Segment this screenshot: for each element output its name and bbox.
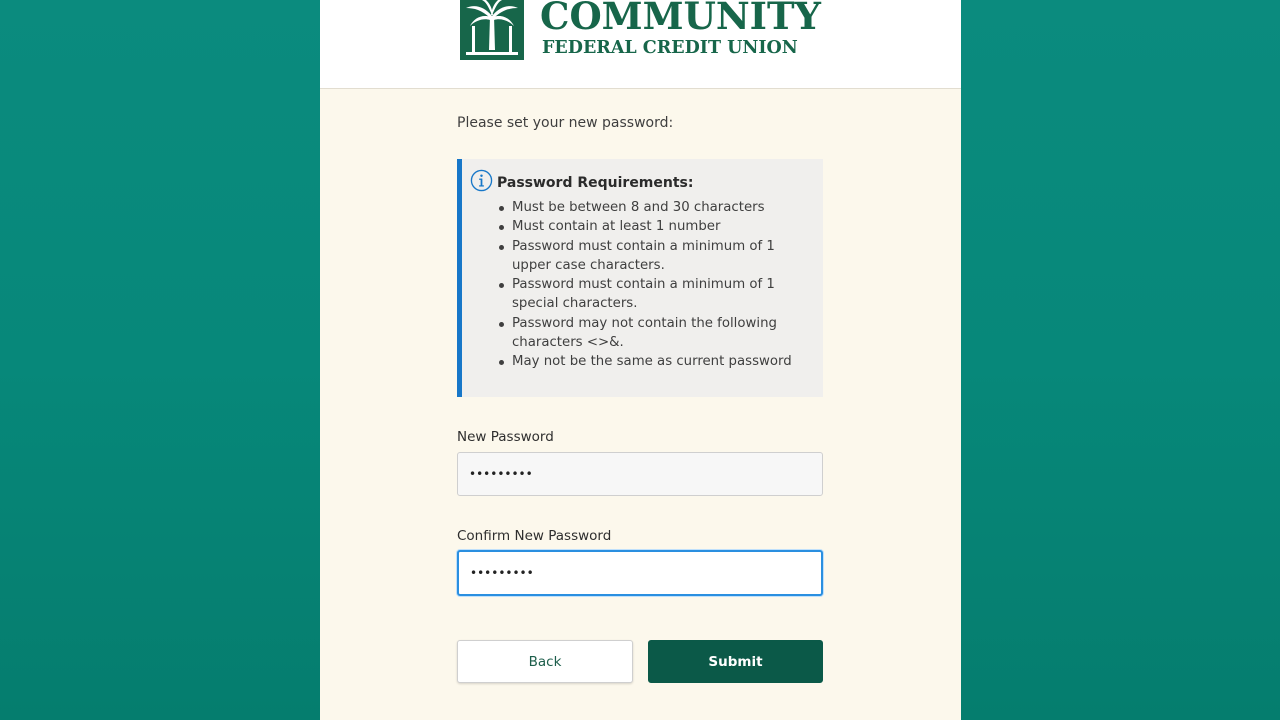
requirement-item: Password may not contain the following c… (499, 314, 817, 353)
info-icon (470, 169, 493, 192)
new-password-label: New Password (457, 429, 554, 445)
confirm-password-input[interactable] (457, 550, 823, 596)
requirements-title: Password Requirements: (497, 175, 694, 191)
intro-text: Please set your new password: (457, 115, 674, 131)
confirm-password-label: Confirm New Password (457, 528, 612, 544)
brand-name-line2: FEDERAL CREDIT UNION (542, 38, 798, 58)
requirement-item: Must be between 8 and 30 characters (499, 198, 817, 217)
requirement-item: May not be the same as current password (499, 352, 817, 371)
new-password-input[interactable] (457, 452, 823, 496)
brand-logo: COMMUNITY FEDERAL CREDIT UNION (460, 0, 821, 62)
back-button[interactable]: Back (457, 640, 633, 683)
password-reset-panel: COMMUNITY FEDERAL CREDIT UNION Please se… (320, 0, 961, 720)
requirement-item: Must contain at least 1 number (499, 217, 817, 236)
requirement-item: Password must contain a minimum of 1 upp… (499, 237, 817, 276)
palm-tree-logo-icon (460, 0, 524, 60)
requirements-list: Must be between 8 and 30 characters Must… (499, 198, 817, 372)
requirement-item: Password must contain a minimum of 1 spe… (499, 275, 817, 314)
brand-name-line1: COMMUNITY (540, 0, 821, 38)
header: COMMUNITY FEDERAL CREDIT UNION (320, 0, 961, 89)
password-requirements-box: Password Requirements: Must be between 8… (457, 159, 823, 397)
submit-button[interactable]: Submit (648, 640, 823, 683)
